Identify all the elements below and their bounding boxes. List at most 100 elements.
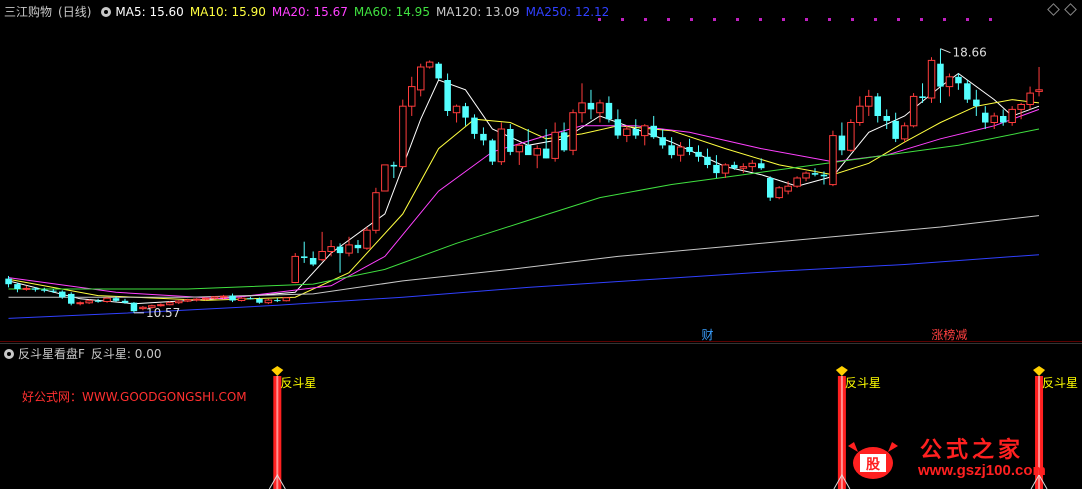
candle-body-up <box>578 102 586 114</box>
indicator-name[interactable]: 反斗星看盘F <box>18 347 85 361</box>
candle-body-down <box>937 63 944 87</box>
candle-body-up <box>865 95 873 107</box>
indicator-value: 反斗星: 0.00 <box>90 347 162 361</box>
signal-label: 反斗星 <box>280 376 316 390</box>
candle <box>937 48 944 103</box>
candle-body-up <box>201 297 210 300</box>
stock-name[interactable]: 三江购物 <box>4 5 52 19</box>
candle <box>927 57 936 103</box>
candle-body-up <box>264 299 273 304</box>
candle <box>103 297 111 303</box>
candle <box>650 115 657 139</box>
candle-body-up <box>784 185 792 192</box>
candle-body-up <box>85 300 93 304</box>
event-mark[interactable]: 涨榜减 <box>931 327 967 342</box>
candle-body-up <box>990 115 998 123</box>
candle-body-down <box>650 125 657 138</box>
candle-body-up <box>318 251 326 261</box>
svg-text:股: 股 <box>866 457 881 473</box>
candle <box>632 119 640 139</box>
candle <box>641 124 649 146</box>
candle-body-up <box>1017 104 1025 110</box>
candle-body-up <box>76 302 84 305</box>
candle-body-down <box>130 302 138 312</box>
candle <box>1026 86 1034 110</box>
candle-body-down <box>668 145 675 156</box>
top-dot-marker <box>874 18 877 21</box>
candle <box>41 287 48 293</box>
candle-body-down <box>758 163 765 169</box>
top-dot-marker <box>759 18 762 21</box>
candle <box>444 73 451 116</box>
ma-line-ma60 <box>8 128 1040 290</box>
candle <box>372 187 380 234</box>
top-dot-marker <box>782 18 785 21</box>
candle-body-up <box>210 296 219 299</box>
candle <box>264 298 273 305</box>
candle <box>247 296 254 300</box>
top-dot-marker <box>644 18 647 21</box>
candle-body-up <box>596 102 604 114</box>
ma-legend-item: MA10: 15.90 <box>189 5 266 19</box>
candle-body-down <box>59 291 66 298</box>
star-icon <box>271 366 284 376</box>
candle-body-up <box>793 177 801 187</box>
candle-body-up <box>219 295 228 298</box>
candle <box>623 125 631 143</box>
candle-body-down <box>892 120 899 139</box>
candle-body-down <box>587 102 595 110</box>
candle <box>614 109 622 139</box>
candle <box>76 301 84 306</box>
candle-body-up <box>802 172 810 179</box>
candle-body-up <box>192 298 201 301</box>
candle <box>301 241 308 263</box>
candle-body-up <box>829 135 837 186</box>
candle-body-down <box>838 135 846 151</box>
candle-body-up <box>945 76 954 88</box>
candle-body-up <box>175 300 183 304</box>
candle <box>435 62 442 81</box>
candle-body-up <box>452 105 461 114</box>
settings-icon[interactable] <box>101 7 112 17</box>
candle-body-up <box>425 61 434 68</box>
candle <box>560 122 568 152</box>
candle <box>605 96 613 123</box>
candle <box>892 112 899 143</box>
candle <box>399 99 407 169</box>
signal-label: 反斗星 <box>845 376 881 390</box>
candle-body-down <box>354 244 362 249</box>
candle-body-up <box>847 122 855 151</box>
event-mark[interactable]: 财 <box>701 328 713 342</box>
candle-body-down <box>336 246 344 254</box>
candle-body-down <box>247 298 254 300</box>
candle <box>336 243 344 273</box>
candle <box>229 293 236 303</box>
candle <box>900 122 909 143</box>
candle-body-down <box>811 173 819 175</box>
candle-body-down <box>1000 116 1007 123</box>
candle-body-down <box>982 112 989 123</box>
logo-url[interactable]: www.gszj100.com <box>918 462 1046 479</box>
chart-canvas[interactable]: 18.66 10.57 财 涨榜减 反斗星 反斗星 反斗星 <box>0 0 1082 489</box>
candle <box>471 114 478 139</box>
candle <box>874 93 881 123</box>
top-dot-marker <box>966 18 969 21</box>
signal-bar: 反斗星 <box>268 366 316 489</box>
candle-body-down <box>489 140 496 162</box>
candle-body-up <box>345 244 353 254</box>
candle <box>578 83 586 123</box>
candle-body-down <box>560 132 568 151</box>
candle <box>829 130 837 187</box>
candle-body-up <box>1008 108 1016 124</box>
candle <box>695 145 702 162</box>
candle-body-up <box>551 131 559 159</box>
settings-icon[interactable] <box>4 349 14 359</box>
candle <box>955 73 962 90</box>
candle <box>309 251 317 267</box>
candle <box>865 89 873 116</box>
candle-body-up <box>1035 89 1043 92</box>
candle <box>462 102 469 126</box>
candle-body-down <box>462 106 469 118</box>
candle <box>1035 66 1043 97</box>
candle-body-up <box>291 255 299 283</box>
